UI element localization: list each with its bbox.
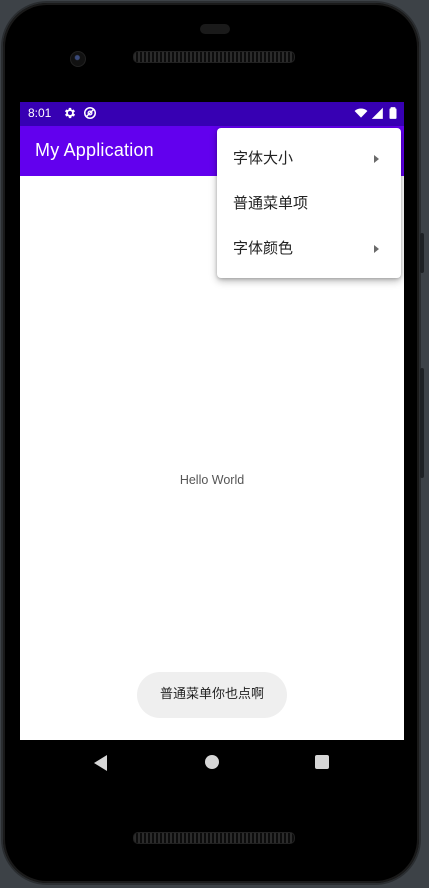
home-icon[interactable] [205, 755, 219, 769]
menu-item-label: 字体大小 [233, 149, 294, 167]
top-speaker-grille [133, 51, 295, 63]
menu-item-normal[interactable]: 普通菜单项 [217, 181, 401, 226]
status-bar: 8:01 [20, 102, 404, 126]
earpiece-notch [200, 24, 230, 34]
submenu-arrow-icon [374, 245, 379, 253]
bottom-speaker-grille [133, 832, 295, 844]
power-button [420, 233, 424, 273]
status-time: 8:01 [28, 106, 52, 120]
device-screen: 8:01 My Application Hello World 普通菜单你也点啊… [20, 102, 404, 740]
front-camera [70, 51, 86, 67]
toast-message: 普通菜单你也点啊 [137, 672, 287, 718]
signal-icon [371, 107, 383, 119]
battery-icon [389, 107, 397, 119]
app-title: My Application [35, 140, 154, 160]
do-not-disturb-icon [83, 106, 97, 120]
menu-item-label: 普通菜单项 [233, 194, 309, 212]
settings-gear-icon [64, 107, 76, 119]
hello-world-text: Hello World [179, 473, 245, 487]
menu-item-font-size[interactable]: 字体大小 [217, 136, 401, 181]
recents-icon[interactable] [315, 755, 329, 769]
navigation-bar [20, 740, 404, 788]
menu-item-label: 字体颜色 [233, 239, 294, 257]
volume-button [420, 368, 424, 478]
overflow-menu: 字体大小 普通菜单项 字体颜色 [217, 128, 401, 278]
back-icon[interactable] [94, 755, 107, 771]
wifi-icon [354, 108, 368, 118]
menu-item-font-color[interactable]: 字体颜色 [217, 226, 401, 271]
submenu-arrow-icon [374, 155, 379, 163]
